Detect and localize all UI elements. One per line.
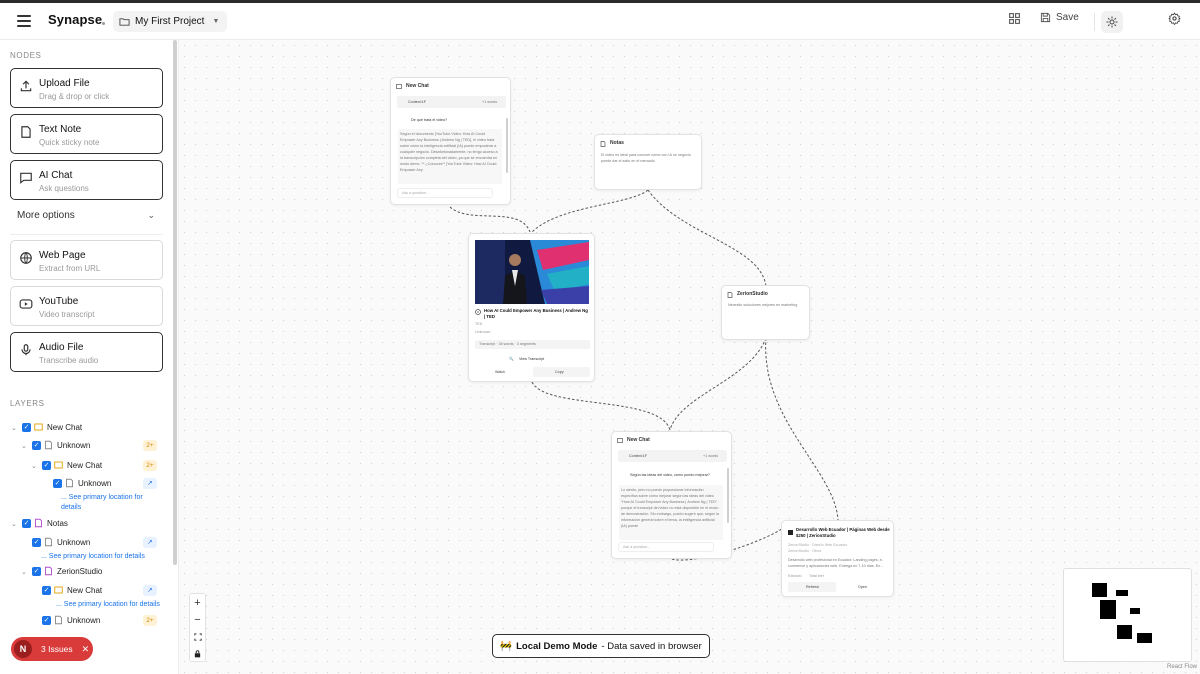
chat-node[interactable]: New Chat Context:1F +1 words De qué trat… [390, 77, 511, 205]
minimap-node [1137, 633, 1152, 643]
context-label: Context:1F [629, 454, 648, 458]
context-label: Context:1F [408, 100, 427, 104]
scrollbar[interactable] [506, 118, 508, 173]
open-button[interactable]: Open [840, 582, 888, 592]
note-icon [600, 141, 606, 147]
issues-badge[interactable]: N 3 Issues ✕ [11, 637, 93, 661]
user-message: Según las ideas del video, cómo puedo me… [630, 473, 710, 477]
watch-label: Watch [495, 370, 506, 374]
lock-button[interactable] [190, 645, 205, 662]
video-thumbnail[interactable] [475, 240, 589, 304]
note-text: El video es ideal para conocer cómo con … [601, 153, 691, 163]
minimap-node [1130, 608, 1140, 614]
close-icon[interactable]: ✕ [82, 644, 90, 655]
view-transcript-button[interactable]: 🔍 View Transcript [509, 355, 559, 364]
chat-icon [617, 438, 623, 443]
open-label: Open [858, 585, 868, 589]
context-bar[interactable]: Context:1F +1 words [618, 450, 727, 462]
youtube-icon [475, 309, 481, 315]
web-page-node[interactable]: Desarrollo Web Ecuador | Páginas Web des… [781, 520, 894, 597]
context-count: +1 words [482, 100, 498, 104]
view-transcript-label: View Transcript [519, 357, 545, 361]
note-node[interactable]: Notas El video es ideal para conocer cóm… [594, 134, 702, 190]
context-count: +1 words [703, 454, 719, 458]
transcript-stats-text: Transcript · 36 words · 3 segments [479, 342, 536, 346]
assistant-message: Lo siento, pero no puedo proporcionar in… [619, 485, 723, 540]
video-channel: TED [475, 322, 483, 326]
minimap-node [1100, 600, 1116, 619]
copy-label: Copy [555, 370, 564, 374]
node-title: ZerionStudio [737, 291, 768, 297]
edge [765, 337, 839, 521]
web-meta: ZerionStudio · Otros [788, 549, 822, 553]
demo-mode-title: Local Demo Mode [516, 640, 598, 652]
web-description: Desarrollo web profesional en Ecuador. L… [788, 558, 884, 568]
input-placeholder: Ask a question... [402, 191, 430, 195]
demo-mode-text: - Data saved in browser [601, 640, 702, 652]
video-title: How AI Could Empower Any Business | Andr… [484, 308, 588, 319]
edges-layer [449, 189, 839, 561]
web-title: Desarrollo Web Ecuador | Páginas Web des… [796, 527, 890, 538]
user-message: De qué trata el video? [411, 118, 448, 122]
note-icon [727, 292, 733, 298]
favicon-icon [788, 530, 793, 535]
minimap-node [1117, 625, 1132, 639]
minimap-node [1092, 583, 1107, 597]
zoom-in-button[interactable]: + [190, 594, 205, 611]
read-status: Total leer [809, 574, 824, 578]
edge [531, 189, 649, 233]
fit-view-button[interactable] [190, 628, 205, 645]
transcript-stats: Transcript · 36 words · 3 segments [475, 340, 590, 349]
fit-view-icon [193, 632, 202, 641]
issues-label: 3 Issues [41, 644, 73, 654]
node-title: New Chat [406, 83, 429, 89]
minimap-node [1116, 590, 1128, 596]
copy-button[interactable]: Copy [533, 367, 590, 377]
minimap[interactable] [1063, 568, 1192, 662]
video-status: Unknown [475, 330, 491, 334]
zoom-out-button[interactable]: − [190, 611, 205, 628]
youtube-node[interactable]: How AI Could Empower Any Business | Andr… [468, 233, 595, 382]
input-placeholder: Ask a question... [623, 545, 651, 549]
refresh-button[interactable]: Refresh [788, 582, 836, 592]
scrollbar[interactable] [727, 468, 729, 523]
demo-mode-banner: 🚧 Local Demo Mode - Data saved in browse… [492, 634, 710, 658]
question-input[interactable]: Ask a question... [618, 542, 714, 552]
watch-button[interactable]: Watch [475, 367, 530, 377]
construction-icon: 🚧 [500, 640, 513, 652]
edge [647, 189, 767, 287]
question-input[interactable]: Ask a question... [397, 188, 493, 198]
edge [531, 381, 671, 431]
node-title: New Chat [627, 437, 650, 443]
note-node[interactable]: ZerionStudio Necesito soluciones mejores… [721, 285, 810, 340]
react-flow-attribution[interactable]: React Flow [1167, 664, 1197, 670]
chat-icon [396, 84, 402, 89]
chat-node[interactable]: New Chat Context:1F +1 words Según las i… [611, 431, 732, 559]
note-text: Necesito soluciones mejores en marketing [728, 303, 798, 307]
edge [669, 337, 767, 431]
extract-status: Extracto [788, 574, 802, 578]
node-title: Notas [610, 140, 624, 146]
refresh-label: Refresh [806, 585, 819, 589]
lock-icon [194, 649, 201, 657]
zoom-controls: + − [189, 593, 206, 662]
context-bar[interactable]: Context:1F +1 words [397, 96, 506, 108]
assistant-message: Según el documento [YouTube Video: How A… [398, 129, 502, 184]
search-icon: 🔍 [509, 357, 514, 361]
edge [449, 206, 531, 233]
avatar: N [14, 640, 32, 658]
